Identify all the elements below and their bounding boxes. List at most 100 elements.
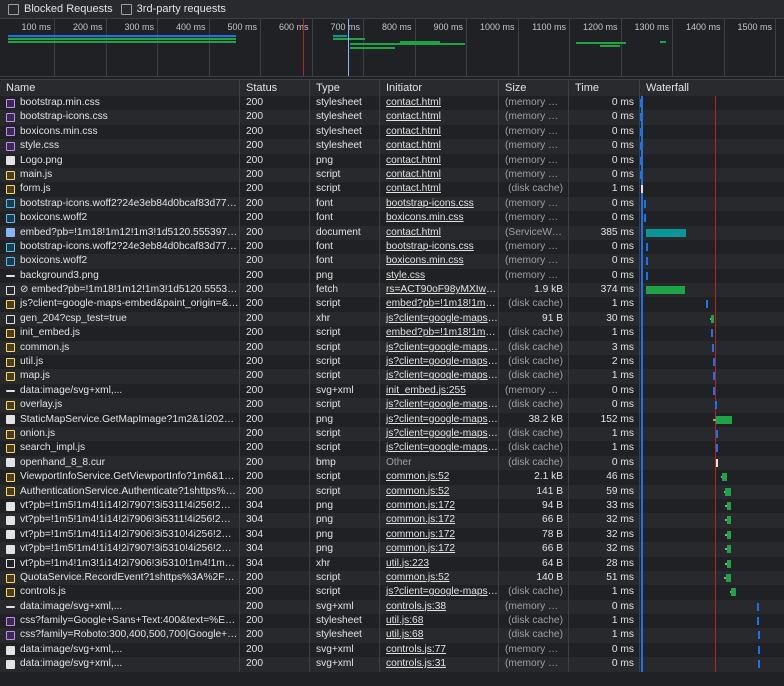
name-cell[interactable]: StaticMapService.GetMapImage?1m2&1i20240… [0,412,240,427]
waterfall-bar[interactable] [713,372,716,381]
waterfall-bar[interactable] [646,286,686,295]
table-row[interactable]: common.js 200 script js?client=google-maps-… [0,340,784,356]
table-row[interactable]: controls.js 200 script js?client=google-map… [0,585,784,600]
name-cell[interactable]: data:image/svg+xml,... [0,642,240,658]
initiator-link[interactable]: controls.js:38 [386,601,446,612]
table-row[interactable]: ⊘ embed?pb=!1m18!1m12!1m3!1d5120.5553974… [0,283,784,298]
table-row[interactable]: onion.js 200 script js?client=google-maps-e… [0,426,784,442]
waterfall-bar[interactable] [757,602,760,611]
name-cell[interactable]: data:image/svg+xml,... [0,657,240,672]
initiator-link[interactable]: common.js:172 [386,514,455,525]
checkbox-box[interactable] [8,3,19,15]
initiator-link[interactable]: rs=ACT90oF98yMXIwkm... [386,284,498,295]
table-row[interactable]: data:image/svg+xml,... 200 svg+xml controls… [0,599,784,615]
initiator-link[interactable]: common.js:172 [386,500,455,511]
waterfall-bar[interactable] [643,199,646,208]
initiator-link[interactable]: embed?pb=!1m18!1m12... [386,298,498,309]
waterfall-bar[interactable] [640,185,643,194]
initiator-link[interactable]: contact.html [386,183,441,194]
name-cell[interactable]: data:image/svg+xml,... [0,383,240,399]
name-cell[interactable]: map.js [0,369,240,384]
table-row[interactable]: data:image/svg+xml,... 200 svg+xml controls… [0,657,784,672]
table-row[interactable]: vt?pb=!1m5!1m4!1i14!2i7906!3i5310!4i256!… [0,527,784,543]
column-header-initiator[interactable]: Initiator [380,80,499,96]
initiator-link[interactable]: common.js:172 [386,543,455,554]
initiator-link[interactable]: embed?pb=!1m18!1m12... [386,327,498,338]
initiator-link[interactable]: contact.html [386,126,441,137]
table-row[interactable]: vt?pb=!1m5!1m4!1i14!2i7906!3i5311!4i256!… [0,513,784,528]
initiator-link[interactable]: controls.js:77 [386,644,446,655]
table-row[interactable]: data:image/svg+xml,... 200 svg+xml controls… [0,642,784,658]
name-cell[interactable]: controls.js [0,585,240,600]
waterfall-bar[interactable] [724,487,731,496]
name-cell[interactable]: vt?pb=!1m4!1m3!1i14!2i7906!3i5310!1m4!1m… [0,556,240,571]
table-row[interactable]: css?family=Roboto:300,400,500,700|Google… [0,628,784,643]
name-cell[interactable]: init_embed.js [0,326,240,341]
name-cell[interactable]: overlay.js [0,398,240,413]
waterfall-bar[interactable] [726,573,732,582]
waterfall-bar[interactable] [758,631,761,640]
third-party-checkbox[interactable]: 3rd-party requests [120,3,226,15]
table-row[interactable]: boxicons.woff2 200 font boxicons.min.css (me… [0,211,784,226]
waterfall-bar[interactable] [758,660,761,669]
table-row[interactable]: bootstrap.min.css 200 stylesheet contact.ht… [0,96,784,111]
initiator-link[interactable]: contact.html [386,227,441,238]
name-cell[interactable]: css?family=Roboto:300,400,500,700|Google… [0,628,240,643]
initiator-link[interactable]: util.js:68 [386,629,423,640]
name-cell[interactable]: QuotaService.RecordEvent?1shttps%3A%2F%2… [0,570,240,586]
waterfall-bar[interactable] [731,588,737,597]
waterfall-bar[interactable] [640,99,643,107]
waterfall-bar[interactable] [640,142,643,151]
table-row[interactable]: QuotaService.RecordEvent?1shttps%3A%2F%2… [0,570,784,586]
column-header-time[interactable]: Time [569,80,640,96]
waterfall-bar[interactable] [757,617,760,626]
initiator-link[interactable]: js?client=google-maps-e... [386,428,498,439]
waterfall-bar[interactable] [646,228,687,237]
waterfall-bar[interactable] [705,300,708,309]
initiator-link[interactable]: js?client=google-maps-e... [386,414,498,425]
table-row[interactable]: ViewportInfoService.GetViewportInfo?1m6&… [0,470,784,485]
column-header-status[interactable]: Status [240,80,310,96]
name-cell[interactable]: boxicons.woff2 [0,254,240,269]
waterfall-bar[interactable] [640,156,643,165]
table-row[interactable]: AuthenticationService.Authenticate?1shtt… [0,484,784,499]
waterfall-bar[interactable] [727,501,732,510]
table-row[interactable]: search_impl.js 200 script js?client=google-… [0,441,784,456]
table-row[interactable]: bootstrap-icons.woff2?24e3eb84d0bcaf83d7… [0,239,784,255]
name-cell[interactable]: openhand_8_8.cur [0,455,240,471]
name-cell[interactable]: data:image/svg+xml,... [0,599,240,615]
table-row[interactable]: data:image/svg+xml,... 200 svg+xml init_emb… [0,383,784,399]
initiator-link[interactable]: util.js:223 [386,558,429,569]
waterfall-bar[interactable] [716,458,719,467]
waterfall-bar[interactable] [711,314,715,323]
table-row[interactable]: boxicons.min.css 200 stylesheet contact.htm… [0,124,784,140]
name-cell[interactable]: vt?pb=!1m5!1m4!1i14!2i7907!3i5311!4i256!… [0,498,240,514]
waterfall-bar[interactable] [712,343,714,352]
name-cell[interactable]: bootstrap-icons.woff2?24e3eb84d0bcaf83d7… [0,239,240,255]
table-row[interactable]: css?family=Google+Sans+Text:400&text=%E2… [0,614,784,629]
initiator-link[interactable]: js?client=google-maps-e... [386,442,498,453]
initiator-link[interactable]: common.js:52 [386,486,449,497]
initiator-link[interactable]: bootstrap-icons.css [386,241,474,252]
initiator-link[interactable]: contact.html [386,111,441,122]
initiator-link[interactable]: controls.js:31 [386,658,446,669]
table-row[interactable]: openhand_8_8.cur 200 bmp Other (disk cache) 0… [0,455,784,471]
initiator-link[interactable]: common.js:52 [386,572,449,583]
name-cell[interactable]: bootstrap.min.css [0,96,240,111]
table-row[interactable]: bootstrap-icons.css 200 stylesheet contact.… [0,110,784,125]
name-cell[interactable]: form.js [0,182,240,197]
initiator-link[interactable]: js?client=google-maps-e... [386,586,498,597]
initiator-link[interactable]: contact.html [386,155,441,166]
column-header-size[interactable]: Size [499,80,569,96]
waterfall-bar[interactable] [715,444,718,453]
initiator-link[interactable]: contact.html [386,97,441,108]
initiator-link[interactable]: js?client=google-maps-e... [386,356,498,367]
waterfall-bar[interactable] [711,329,714,338]
name-cell[interactable]: gen_204?csp_test=true [0,311,240,327]
initiator-link[interactable]: boxicons.min.css [386,255,464,266]
name-cell[interactable]: ViewportInfoService.GetViewportInfo?1m6&… [0,470,240,485]
initiator-link[interactable]: common.js:172 [386,529,455,540]
initiator-link[interactable]: util.js:68 [386,615,423,626]
table-row[interactable]: map.js 200 script js?client=google-maps-e..… [0,369,784,384]
name-cell[interactable]: css?family=Google+Sans+Text:400&text=%E2… [0,614,240,629]
